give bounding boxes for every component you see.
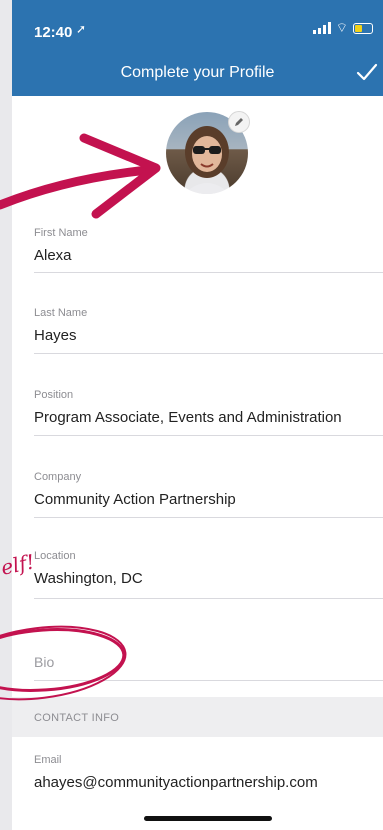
wifi-icon: ⌔ [335, 20, 348, 35]
checkmark-icon[interactable] [355, 60, 379, 89]
profile-screen: 12:40 ➚ ⌔ Complete your Profile First Na… [12, 0, 383, 830]
position-value[interactable]: Program Associate, Events and Administra… [34, 409, 383, 426]
email-value[interactable]: ahayes@communityactionpartnership.com [34, 774, 383, 791]
location-value[interactable]: Washington, DC [34, 570, 383, 587]
email-label: Email [34, 754, 62, 766]
battery-icon [353, 22, 373, 34]
company-value[interactable]: Community Action Partnership [34, 491, 383, 508]
divider [34, 680, 383, 681]
signal-icon [312, 22, 331, 34]
first-name-value[interactable]: Alexa [34, 247, 383, 264]
location-field[interactable]: Location Washington, DC [34, 550, 383, 599]
divider [34, 598, 383, 599]
company-field[interactable]: Company Community Action Partnership [34, 471, 383, 518]
last-name-field[interactable]: Last Name Hayes [34, 307, 383, 354]
pencil-icon[interactable] [228, 111, 250, 133]
home-indicator [144, 816, 272, 821]
contact-info-header: CONTACT INFO [12, 697, 383, 737]
status-time: 12:40 [34, 24, 73, 41]
left-edge-strip [0, 0, 12, 830]
divider [34, 517, 383, 518]
position-label: Position [34, 389, 74, 401]
last-name-label: Last Name [34, 307, 88, 319]
status-icons: ⌔ [312, 20, 373, 35]
bio-input[interactable]: Bio [34, 654, 383, 670]
position-field[interactable]: Position Program Associate, Events and A… [34, 389, 383, 436]
divider [34, 353, 383, 354]
page-title: Complete your Profile [120, 64, 275, 81]
location-label: Location [34, 550, 76, 562]
divider [34, 272, 383, 273]
bio-field[interactable]: Bio [34, 654, 383, 681]
nav-bar: 12:40 ➚ ⌔ Complete your Profile [12, 0, 383, 96]
company-label: Company [34, 471, 82, 483]
divider [34, 435, 383, 436]
location-arrow-icon: ➚ [76, 22, 87, 36]
first-name-field[interactable]: First Name Alexa [34, 227, 383, 273]
last-name-value[interactable]: Hayes [34, 327, 383, 344]
email-field[interactable]: Email ahayes@communityactionpartnership.… [34, 754, 383, 791]
first-name-label: First Name [34, 227, 88, 239]
